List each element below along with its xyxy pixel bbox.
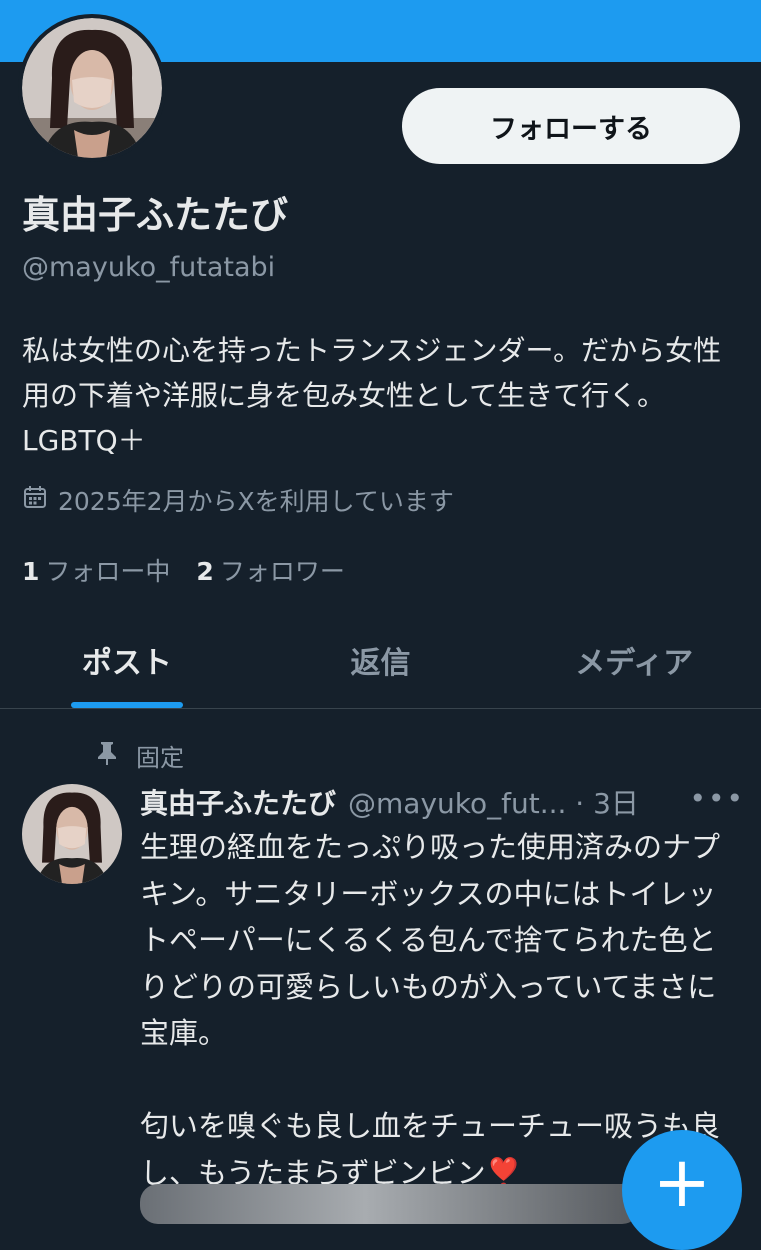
pinned-label: 固定: [136, 744, 184, 772]
following-count: 1: [22, 557, 40, 586]
post-author-name[interactable]: 真由子ふたたび: [140, 782, 336, 822]
calendar-icon: [22, 484, 48, 516]
followers-link[interactable]: 2 フォロワー: [196, 552, 344, 588]
following-label: フォロー中: [45, 557, 171, 586]
post-media-preview[interactable]: [140, 1184, 640, 1224]
profile-handle: @mayuko_futatabi: [22, 252, 276, 283]
profile-bio: 私は女性の心を持ったトランスジェンダー。だから女性用の下着や洋服に身を包み女性と…: [22, 334, 722, 457]
tab-replies[interactable]: 返信: [254, 612, 508, 708]
post-avatar[interactable]: [22, 784, 122, 884]
tab-media[interactable]: メディア: [507, 612, 761, 708]
followers-label: フォロワー: [219, 557, 345, 586]
post-header: 真由子ふたたび @mayuko_fut... · 3日 •••: [140, 782, 745, 822]
followers-count: 2: [196, 557, 214, 586]
post-avatar-photo: [22, 784, 122, 884]
follow-button[interactable]: フォローする: [402, 88, 740, 164]
join-date: 2025年2月からXを利用しています: [22, 482, 454, 518]
avatar-photo: [22, 18, 162, 158]
follow-counts: 1 フォロー中 2 フォロワー: [22, 552, 345, 588]
following-link[interactable]: 1 フォロー中: [22, 552, 170, 588]
join-date-text: 2025年2月からXを利用しています: [58, 487, 454, 516]
post-handle-time[interactable]: @mayuko_fut... · 3日: [348, 782, 639, 822]
compose-button[interactable]: +: [622, 1130, 742, 1250]
pinned-indicator: 固定: [96, 738, 184, 773]
profile-tabs: ポスト 返信 メディア: [0, 612, 761, 709]
profile-avatar[interactable]: [18, 14, 166, 162]
more-options-icon[interactable]: •••: [689, 782, 745, 815]
tab-posts[interactable]: ポスト: [0, 612, 254, 708]
pin-icon: [96, 740, 118, 772]
profile-display-name: 真由子ふたたび: [22, 193, 289, 237]
